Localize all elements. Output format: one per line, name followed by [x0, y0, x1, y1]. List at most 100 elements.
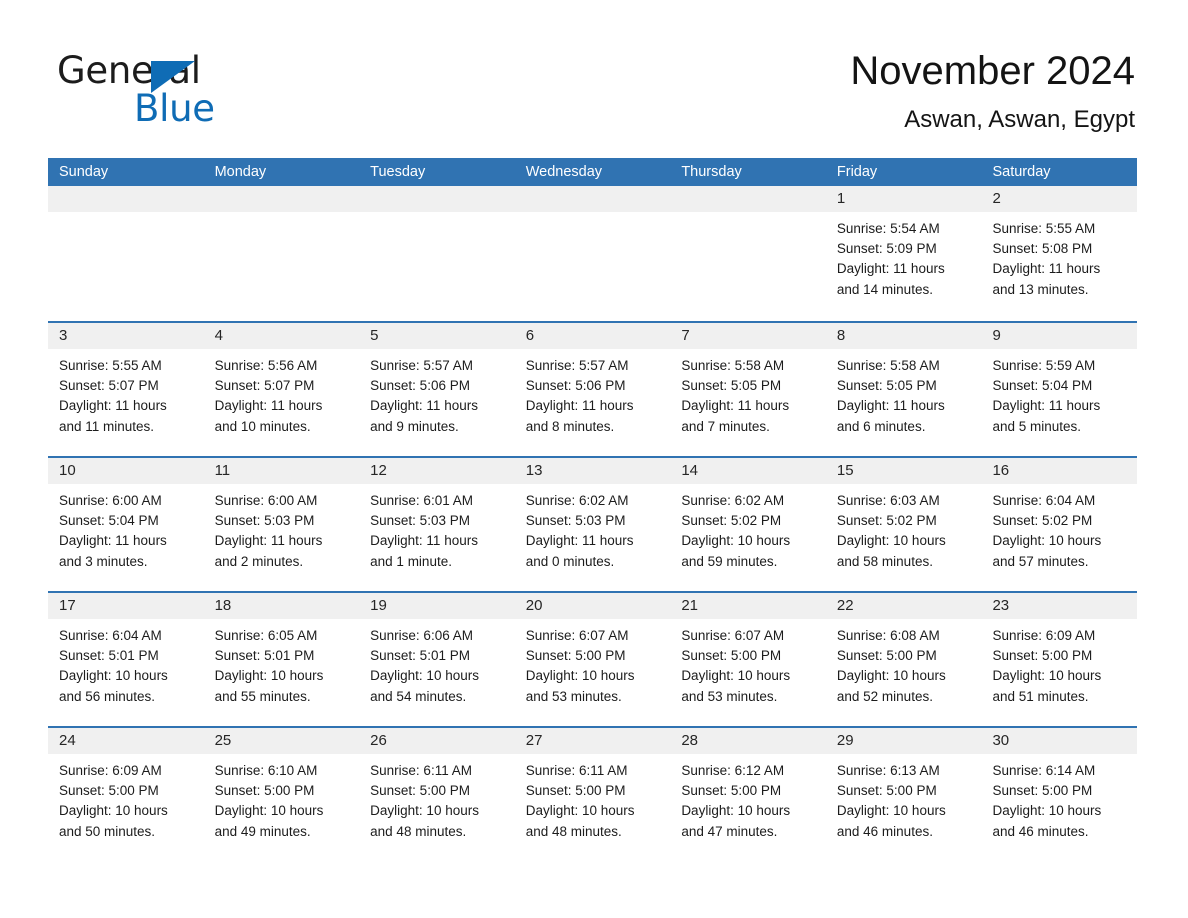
- day-cell-18[interactable]: 18 Sunrise: 6:05 AM Sunset: 5:01 PM Dayligh…: [203, 593, 360, 726]
- day-number-band: 3: [48, 323, 204, 349]
- page-subtitle: Aswan, Aswan, Egypt: [904, 106, 1135, 133]
- day-cell-22[interactable]: 22 Sunrise: 6:08 AM Sunset: 5:00 PM Dayligh…: [825, 593, 982, 726]
- day-cell-empty: [359, 186, 515, 321]
- generalblue-logo[interactable]: General Blue: [57, 52, 397, 132]
- sunset-text: Sunset: 5:04 PM: [59, 513, 159, 529]
- sunrise-text: Sunrise: 6:03 AM: [836, 493, 940, 508]
- day-number: 22: [836, 597, 854, 614]
- day-cell-10[interactable]: 10 Sunrise: 6:00 AM Sunset: 5:04 PM Dayligh…: [48, 458, 204, 591]
- daylight-text-line2: and 53 minutes.: [681, 688, 778, 704]
- day-number: 10: [59, 462, 76, 479]
- day-cell-8[interactable]: 8 Sunrise: 5:58 AM Sunset: 5:05 PM Daylight…: [825, 323, 982, 456]
- day-number: 17: [59, 597, 76, 614]
- day-details: Sunrise: 5:56 AM Sunset: 5:07 PM Daylight:…: [204, 349, 360, 437]
- day-number-band: 27: [514, 728, 671, 754]
- day-details: Sunrise: 5:54 AM Sunset: 5:09 PM Daylight:…: [826, 212, 982, 300]
- day-cell-16[interactable]: 16 Sunrise: 6:04 AM Sunset: 5:02 PM Dayligh…: [981, 458, 1138, 591]
- sunrise-text: Sunrise: 6:09 AM: [59, 763, 162, 778]
- day-cell-20[interactable]: 20 Sunrise: 6:07 AM Sunset: 5:00 PM Dayligh…: [514, 593, 671, 726]
- daylight-text-line1: Daylight: 11 hours: [59, 398, 167, 414]
- day-cell-25[interactable]: 25 Sunrise: 6:10 AM Sunset: 5:00 PM Dayligh…: [203, 728, 360, 859]
- day-cell-5[interactable]: 5 Sunrise: 5:57 AM Sunset: 5:06 PM Daylight…: [359, 323, 515, 456]
- day-number: 29: [836, 732, 854, 749]
- sunset-text: Sunset: 5:00 PM: [214, 783, 315, 799]
- daylight-text-line1: Daylight: 11 hours: [836, 398, 945, 414]
- day-details: Sunrise: 6:02 AM Sunset: 5:02 PM Daylight:…: [670, 484, 826, 572]
- weekday-header-thursday: Thursday: [681, 164, 742, 180]
- day-number-band: 6: [514, 323, 671, 349]
- day-details: Sunrise: 6:01 AM Sunset: 5:03 PM Daylight:…: [359, 484, 515, 572]
- day-number-band: 21: [670, 593, 826, 619]
- day-details: Sunrise: 6:08 AM Sunset: 5:00 PM Daylight:…: [826, 619, 982, 707]
- day-cell-24[interactable]: 24 Sunrise: 6:09 AM Sunset: 5:00 PM Dayligh…: [48, 728, 204, 859]
- day-cell-14[interactable]: 14 Sunrise: 6:02 AM Sunset: 5:02 PM Dayligh…: [670, 458, 826, 591]
- daylight-text-line2: and 54 minutes.: [370, 688, 467, 704]
- day-cell-9[interactable]: 9 Sunrise: 5:59 AM Sunset: 5:04 PM Daylight…: [981, 323, 1138, 456]
- weekday-header-wednesday: Wednesday: [525, 164, 603, 180]
- sunrise-text: Sunrise: 6:06 AM: [370, 628, 473, 643]
- day-cell-2[interactable]: 2 Sunrise: 5:55 AM Sunset: 5:08 PM Daylight…: [981, 186, 1138, 321]
- calendar-week-row: 10 Sunrise: 6:00 AM Sunset: 5:04 PM Dayligh…: [48, 456, 1138, 591]
- day-cell-6[interactable]: 6 Sunrise: 5:57 AM Sunset: 5:06 PM Daylight…: [514, 323, 671, 456]
- sunset-text: Sunset: 5:05 PM: [681, 378, 782, 394]
- day-number: 26: [370, 732, 387, 749]
- daylight-text-line1: Daylight: 10 hours: [525, 803, 635, 819]
- day-cell-23[interactable]: 23 Sunrise: 6:09 AM Sunset: 5:00 PM Dayligh…: [981, 593, 1138, 726]
- weekday-header-tuesday: Tuesday: [370, 164, 426, 180]
- day-cell-21[interactable]: 21 Sunrise: 6:07 AM Sunset: 5:00 PM Dayligh…: [670, 593, 826, 726]
- day-number-band: 12: [359, 458, 515, 484]
- sunset-text: Sunset: 5:05 PM: [836, 378, 937, 394]
- sunset-text: Sunset: 5:00 PM: [525, 648, 626, 664]
- day-number-band: 4: [203, 323, 360, 349]
- calendar-week-row: 17 Sunrise: 6:04 AM Sunset: 5:01 PM Dayligh…: [48, 591, 1138, 726]
- daylight-text-line2: and 47 minutes.: [681, 823, 778, 839]
- weekday-header-row: Sunday Monday Tuesday Wednesday Thursday Frid…: [48, 158, 1137, 186]
- sunset-text: Sunset: 5:03 PM: [370, 513, 470, 529]
- day-number-band: 19: [359, 593, 515, 619]
- day-cell-19[interactable]: 19 Sunrise: 6:06 AM Sunset: 5:01 PM Dayligh…: [359, 593, 515, 726]
- sunrise-text: Sunrise: 6:12 AM: [681, 763, 785, 778]
- day-number-band: 15: [825, 458, 982, 484]
- day-cell-15[interactable]: 15 Sunrise: 6:03 AM Sunset: 5:02 PM Dayligh…: [825, 458, 982, 591]
- day-cell-26[interactable]: 26 Sunrise: 6:11 AM Sunset: 5:00 PM Dayligh…: [359, 728, 515, 859]
- page-title: November 2024: [850, 49, 1135, 93]
- day-cell-3[interactable]: 3 Sunrise: 5:55 AM Sunset: 5:07 PM Daylight…: [48, 323, 204, 456]
- day-details: Sunrise: 6:07 AM Sunset: 5:00 PM Daylight:…: [670, 619, 826, 707]
- day-cell-4[interactable]: 4 Sunrise: 5:56 AM Sunset: 5:07 PM Daylight…: [203, 323, 360, 456]
- daylight-text-line2: and 2 minutes.: [214, 553, 304, 569]
- sunset-text: Sunset: 5:01 PM: [370, 648, 470, 664]
- sunset-text: Sunset: 5:06 PM: [370, 378, 470, 394]
- daylight-text-line2: and 53 minutes.: [525, 688, 622, 704]
- day-details: Sunrise: 6:11 AM Sunset: 5:00 PM Daylight:…: [515, 754, 671, 842]
- day-cell-30[interactable]: 30 Sunrise: 6:14 AM Sunset: 5:00 PM Dayligh…: [981, 728, 1138, 859]
- daylight-text-line1: Daylight: 10 hours: [992, 803, 1102, 819]
- day-number: 25: [214, 732, 232, 749]
- day-cell-28[interactable]: 28 Sunrise: 6:12 AM Sunset: 5:00 PM Dayligh…: [670, 728, 826, 859]
- day-number-band: 23: [981, 593, 1138, 619]
- sunrise-text: Sunrise: 5:55 AM: [992, 221, 1096, 236]
- day-number-band: 8: [825, 323, 982, 349]
- day-details: Sunrise: 6:09 AM Sunset: 5:00 PM Daylight:…: [981, 619, 1137, 707]
- day-cell-1[interactable]: 1 Sunrise: 5:54 AM Sunset: 5:09 PM Daylight…: [825, 186, 982, 321]
- daylight-text-line2: and 46 minutes.: [836, 823, 933, 839]
- sunset-text: Sunset: 5:02 PM: [836, 513, 937, 529]
- daylight-text-line1: Daylight: 10 hours: [370, 803, 479, 819]
- day-cell-17[interactable]: 17 Sunrise: 6:04 AM Sunset: 5:01 PM Dayligh…: [48, 593, 204, 726]
- day-cell-12[interactable]: 12 Sunrise: 6:01 AM Sunset: 5:03 PM Dayligh…: [359, 458, 515, 591]
- day-cell-7[interactable]: 7 Sunrise: 5:58 AM Sunset: 5:05 PM Daylight…: [670, 323, 826, 456]
- day-number-band: 25: [203, 728, 360, 754]
- day-number: 15: [836, 462, 854, 479]
- daylight-text-line1: Daylight: 10 hours: [681, 803, 791, 819]
- day-cell-11[interactable]: 11 Sunrise: 6:00 AM Sunset: 5:03 PM Dayligh…: [203, 458, 360, 591]
- day-cell-empty: [203, 186, 360, 321]
- sunrise-text: Sunrise: 5:56 AM: [214, 358, 318, 373]
- daylight-text-line1: Daylight: 11 hours: [370, 398, 478, 414]
- day-number: 9: [992, 327, 1001, 344]
- daylight-text-line1: Daylight: 10 hours: [681, 533, 791, 549]
- day-cell-13[interactable]: 13 Sunrise: 6:02 AM Sunset: 5:03 PM Dayligh…: [514, 458, 671, 591]
- day-cell-27[interactable]: 27 Sunrise: 6:11 AM Sunset: 5:00 PM Dayligh…: [514, 728, 671, 859]
- daylight-text-line2: and 14 minutes.: [836, 281, 933, 297]
- daylight-text-line1: Daylight: 11 hours: [59, 533, 167, 549]
- day-cell-29[interactable]: 29 Sunrise: 6:13 AM Sunset: 5:00 PM Dayligh…: [825, 728, 982, 859]
- sunset-text: Sunset: 5:07 PM: [59, 378, 159, 394]
